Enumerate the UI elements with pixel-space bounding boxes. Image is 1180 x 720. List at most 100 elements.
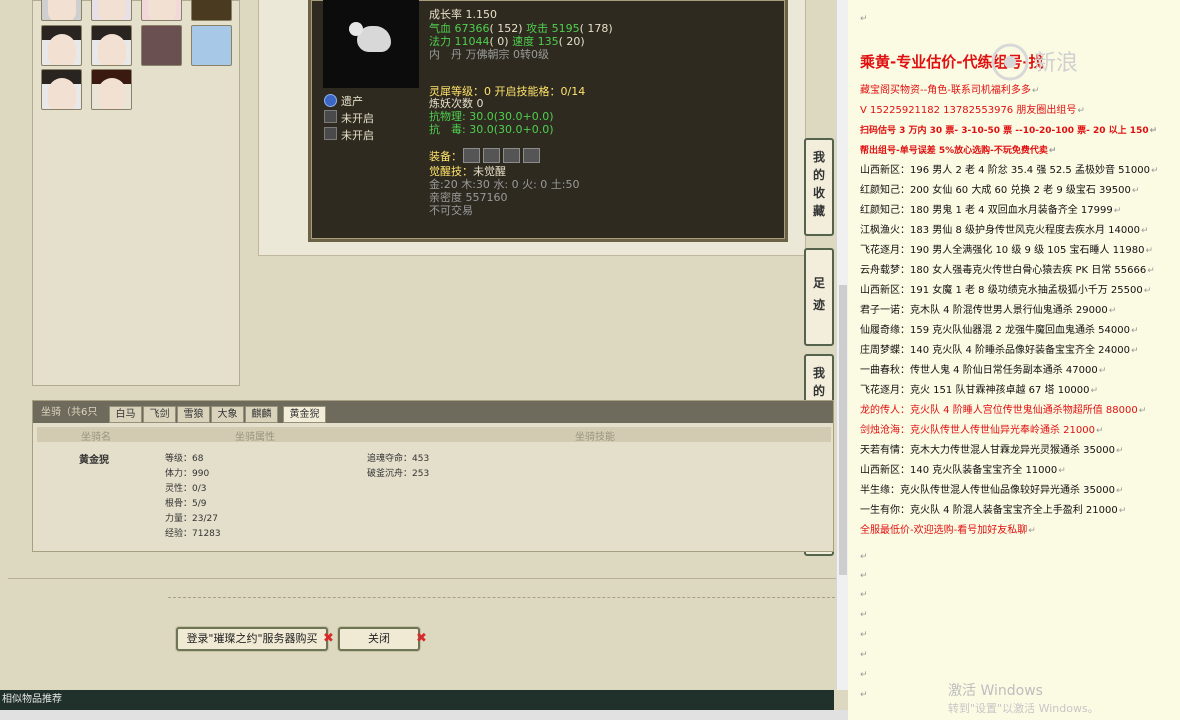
pet-hp-atk: 气血 67366( 152) 攻击 5195( 178) (429, 22, 613, 35)
mount-title: 坐骑（共6只 (41, 407, 98, 418)
mount-skill: 破釜沉舟：253 (367, 469, 430, 479)
pet-mp-spd: 法力 11044( 0) 速度 135( 20) (429, 35, 585, 48)
mount-tabs-bar: 坐骑（共6只 白马 飞剑 雪狼 大象 麒麟 黄金猊 (33, 401, 833, 423)
pet-kang-wuli: 抗物理: 30.0(30.0+0.0) (429, 110, 554, 123)
locked-skill-icon (324, 127, 337, 140)
paragraph-mark: ↵ (860, 670, 868, 680)
pet-trade-status: 不可交易 (429, 204, 473, 217)
pet-kang-du: 抗 毒: 30.0(30.0+0.0) (429, 123, 554, 136)
mount-name: 黄金猊 (79, 455, 109, 466)
portrait-thumbnail[interactable] (191, 0, 232, 21)
my-favorites-button[interactable]: 我的收藏 (804, 138, 834, 236)
portrait-thumbnail[interactable] (141, 25, 182, 66)
price-list-line: 一曲春秋：传世人鬼 4 阶仙日常任务副本通杀 47000↵ (860, 365, 1107, 376)
pet-lianyao: 炼妖次数 0 (429, 97, 484, 110)
equip-slot[interactable] (503, 148, 520, 163)
price-list-line: 山西新区：191 女魔 1 老 8 级功绩克水抽孟极狐小千万 25500↵ (860, 285, 1152, 296)
equip-slot[interactable] (483, 148, 500, 163)
login-buy-button[interactable]: 登录"璀璨之约"服务器购买 (176, 627, 328, 651)
portrait-thumbnail[interactable] (191, 25, 232, 66)
paragraph-mark: ↵ (860, 552, 868, 562)
mount-tab[interactable]: 雪狼 (177, 406, 210, 423)
price-list-line: 红颜知己：180 男鬼 1 老 4 双回血水月装备齐全 17999↵ (860, 205, 1122, 216)
mount-attr: 力量：23/27 (165, 514, 218, 524)
pet-skill: 遗产 (341, 95, 363, 108)
skill-icon[interactable] (324, 94, 337, 107)
pet-neidan: 内 丹 万佛朝宗 0转0级 (429, 48, 549, 61)
portrait-thumbnail[interactable] (41, 0, 82, 21)
paragraph-mark: ↵ (860, 14, 868, 24)
price-list-line: 龙的传人：克火队 4 阶睡人宫位传世鬼仙通杀物超所值 88000↵ (860, 405, 1147, 416)
scrollbar-thumb[interactable] (839, 285, 847, 575)
pet-juexing: 觉醒技：未觉醒 (429, 165, 506, 178)
page-scrollbar[interactable] (836, 0, 848, 690)
mount-tab[interactable]: 大象 (211, 406, 244, 423)
price-list-line: 山西新区：140 克火队装备宝宝齐全 11000↵ (860, 465, 1066, 476)
mount-table-header: 坐骑名 坐骑属性 坐骑技能 (37, 427, 831, 443)
close-icon: ✖ (416, 631, 427, 646)
price-list-line: V 15225921182 13782553976 朋友圈出组号↵ (860, 105, 1085, 116)
history-button[interactable]: 足迹 (804, 248, 834, 346)
game-window: 成长率 1.150 气血 67366( 152) 攻击 5195( 178) 法… (0, 0, 848, 720)
equip-slot[interactable] (523, 148, 540, 163)
mount-attr: 经验：71283 (165, 529, 221, 539)
paragraph-mark: ↵ (860, 690, 868, 700)
pet-equip-label: 装备： (429, 150, 462, 163)
equip-slot[interactable] (463, 148, 480, 163)
purchase-area: 登录"璀璨之约"服务器购买 ✖ 关闭 ✖ (8, 578, 840, 688)
pet-qinmi: 亲密度 557160 (429, 191, 508, 204)
pet-growth: 成长率 1.150 (429, 8, 497, 21)
window-bottom-edge (0, 710, 848, 720)
paragraph-mark: ↵ (860, 610, 868, 620)
paragraph-mark: ↵ (860, 650, 868, 660)
mount-skill: 追魂夺命：453 (367, 454, 430, 464)
mount-tab[interactable]: 白马 (109, 406, 142, 423)
character-portrait-panel (32, 0, 240, 386)
pet-image (323, 0, 419, 88)
price-list-line: 云舟载梦：180 女人强毒克火传世白骨心猿去疾 PK 日常 55666↵ (860, 265, 1155, 276)
price-list-line: 帮出组号-单号误差 5%放心选购-不玩免费代卖↵ (860, 146, 1057, 156)
mount-attr: 根骨：5/9 (165, 499, 207, 509)
portrait-thumbnail[interactable] (41, 69, 82, 110)
similar-items-bar[interactable]: 相似物品推荐 (0, 690, 834, 710)
price-list-line: 天若有情：克木大力传世混人甘霖龙异光灵猴通杀 35000↵ (860, 445, 1124, 456)
portrait-thumbnail[interactable] (91, 25, 132, 66)
portrait-thumbnail[interactable] (91, 69, 132, 110)
svg-text:新浪: 新浪 (1034, 51, 1078, 76)
mount-tab[interactable]: 麒麟 (245, 406, 278, 423)
price-list-line: 半生缘：克火队传世混人传世仙品像较好异光通杀 35000↵ (860, 485, 1124, 496)
paragraph-mark: ↵ (860, 571, 868, 581)
mount-attr: 灵性：0/3 (165, 484, 207, 494)
price-list-line: 君子一诺：克木队 4 阶混传世男人景行仙鬼通杀 29000↵ (860, 305, 1117, 316)
portrait-thumbnail[interactable] (41, 25, 82, 66)
price-list-line: 飞花逐月：克火 151 队甘霖神孩卓越 67 塔 10000↵ (860, 385, 1099, 396)
price-list-line: 山西新区：196 男人 2 老 4 阶忿 35.4 强 52.5 孟极妙音 51… (860, 165, 1159, 176)
close-button[interactable]: 关闭 (338, 627, 420, 651)
activate-windows-subtitle: 转到"设置"以激活 Windows。 (948, 702, 1099, 715)
portrait-thumbnail[interactable] (141, 0, 182, 21)
mount-tab-active[interactable]: 黄金猊 (283, 406, 326, 423)
mount-panel: 坐骑（共6只 白马 飞剑 雪狼 大象 麒麟 黄金猊 坐骑名 坐骑属性 坐骑技能 … (32, 400, 834, 552)
price-list-line: 全服最低价-欢迎选购-看号加好友私聊↵ (860, 525, 1036, 536)
divider (168, 597, 840, 598)
pet-skill: 未开启 (341, 112, 374, 125)
price-list-line: 江枫渔火：183 男仙 8 级护身传世风克火程度去疾水月 14000↵ (860, 225, 1149, 236)
price-list-line: 庄周梦蝶：140 克火队 4 阶睡杀品像好装备宝宝齐全 24000↵ (860, 345, 1139, 356)
portrait-thumbnail[interactable] (91, 0, 132, 21)
price-list-line: 红颜知己：200 女仙 60 大成 60 兑换 2 老 9 级宝石 39500↵ (860, 185, 1140, 196)
paragraph-mark: ↵ (860, 590, 868, 600)
sina-watermark-logo: 新浪 (991, 43, 1078, 81)
close-icon: ✖ (323, 631, 334, 646)
mount-attr: 等级：68 (165, 454, 204, 464)
pet-info-panel: 成长率 1.150 气血 67366( 152) 攻击 5195( 178) 法… (308, 0, 788, 242)
pet-skill: 未开启 (341, 129, 374, 142)
price-list-line: 一生有你：克火队 4 阶混人装备宝宝齐全上手盈利 21000↵ (860, 505, 1127, 516)
price-list-line: 扫码估号 3 万内 30 票- 3-10-50 票 --10-20-100 票-… (860, 126, 1158, 136)
price-list-line: 剑烛沧海：克火队传世人传世仙异光奉岭通杀 21000↵ (860, 425, 1104, 436)
column-header: 坐骑名 (81, 432, 111, 443)
mount-tab[interactable]: 飞剑 (143, 406, 176, 423)
activate-windows-title: 激活 Windows (948, 683, 1043, 699)
column-header: 坐骑技能 (575, 432, 615, 443)
price-list-line: 藏宝阁买物资--角色-联系司机福利多多↵ (860, 85, 1040, 96)
price-list-document: ↵ 乘黄-专业估价-代练组号-找 新浪 藏宝阁买物资--角色-联系司机福利多多↵… (848, 0, 1180, 720)
